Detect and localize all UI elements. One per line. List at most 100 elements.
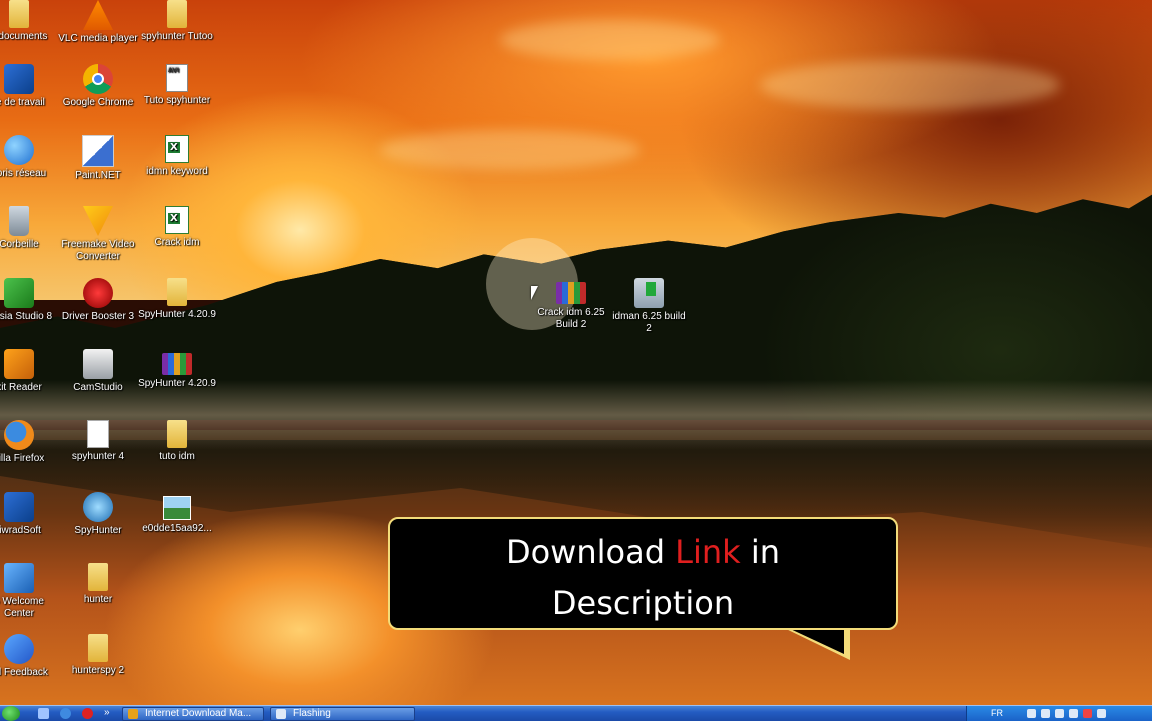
desktop-icon[interactable]: Driver Booster 3 xyxy=(58,278,138,323)
desktop-icon[interactable]: e0dde15aa92... xyxy=(137,492,217,535)
desktop-icon-label: xit Reader xyxy=(0,382,42,393)
desktop-icon-label: Crack idm xyxy=(154,237,200,248)
excel-icon xyxy=(165,206,189,234)
language-indicator[interactable]: FR xyxy=(991,708,1003,718)
desktop-icon[interactable]: idman 6.25 build 2 xyxy=(609,278,689,335)
desktop-icon[interactable]: 5 Welcome Center xyxy=(0,563,59,620)
banner-text: in xyxy=(740,533,781,571)
desktop-icon[interactable]: spyhunter 4 xyxy=(58,420,138,463)
desktop-icon-label: Freemake Video Converter xyxy=(61,239,135,262)
desktop-icon[interactable]: xit Reader xyxy=(0,349,59,394)
taskbar-button-idm[interactable]: Internet Download Ma... xyxy=(122,707,264,721)
desktop-icon-label: hunter xyxy=(83,594,113,605)
desktop-icon[interactable]: tuto idm xyxy=(137,420,217,463)
desktop-icon[interactable]: idmn keyword xyxy=(137,135,217,178)
desktop-icon[interactable]: nd Feedback xyxy=(0,634,59,679)
avi-file-icon xyxy=(166,64,188,92)
banner-line-1: Download Link in xyxy=(390,527,896,578)
desktop-icon-label: CamStudio xyxy=(73,382,123,393)
desktop-icon[interactable]: Crack idm xyxy=(137,206,217,249)
taskbar-button-flashing[interactable]: Flashing xyxy=(270,707,415,721)
tray-icon[interactable] xyxy=(1083,709,1092,718)
desktop-icon[interactable]: SpyHunter xyxy=(58,492,138,537)
folder-icon xyxy=(167,0,187,28)
show-desktop-icon[interactable] xyxy=(38,708,49,719)
desktop-icon[interactable]: Crack idm 6.25 Build 2 xyxy=(531,278,611,331)
banner-highlight: Link xyxy=(675,533,741,571)
desktop-icon[interactable]: s documents xyxy=(0,0,59,43)
desktop-icon-label: tuto idm xyxy=(159,451,195,462)
desktop-icon[interactable]: ntasia Studio 8 xyxy=(0,278,59,323)
desktop-icon-label: hunterspy 2 xyxy=(71,665,125,676)
start-button[interactable] xyxy=(2,706,20,721)
welcome-center-icon xyxy=(4,563,34,593)
desktop-icon-label: Google Chrome xyxy=(62,97,134,108)
desktop-icon-label: spyhunter Tutoo xyxy=(141,31,213,42)
internet-explorer-icon[interactable] xyxy=(60,708,71,719)
desktop-icon-label: Driver Booster 3 xyxy=(61,311,135,322)
folder-icon xyxy=(167,278,187,306)
desktop-icon[interactable]: Paint.NET xyxy=(58,135,138,182)
desktop-icon-label: te de travail xyxy=(0,97,45,108)
desktop-icon[interactable]: voris réseau xyxy=(0,135,59,180)
folder-icon xyxy=(9,0,29,28)
winrar-icon xyxy=(556,282,586,304)
banner-tail-fill xyxy=(784,626,844,654)
desktop-icon-label: s documents xyxy=(0,31,48,42)
wallpaper-cloud xyxy=(380,130,640,170)
banner-line-2: Description xyxy=(551,584,735,622)
desktop-icon-label: voris réseau xyxy=(0,168,47,179)
desktop-icon[interactable]: te de travail xyxy=(0,64,59,109)
desktop-icon[interactable]: hunterspy 2 xyxy=(58,634,138,677)
desktop-icon-label: Crack idm 6.25 Build 2 xyxy=(537,307,605,330)
driver-booster-icon xyxy=(83,278,113,308)
desktop-icon-label: VLC media player xyxy=(58,33,138,44)
desktop-icon[interactable]: hunter xyxy=(58,563,138,606)
wallpaper-cloud xyxy=(760,60,1060,110)
taskbar: » Internet Download Ma... Flashing FR xyxy=(0,705,1152,721)
document-icon xyxy=(87,420,109,448)
desktop-icon[interactable]: SpyHunter 4.20.9 xyxy=(137,278,217,321)
idm-icon xyxy=(128,709,138,719)
desktop-icon-label: nd Feedback xyxy=(0,667,48,678)
idm-installer-icon xyxy=(634,278,664,308)
firefox-icon xyxy=(4,420,34,450)
desktop-icon[interactable]: Tuto spyhunter xyxy=(137,64,217,107)
desktop-icon-label: SpyHunter 4.20.9 xyxy=(138,378,216,389)
desktop-icon-label: Paint.NET xyxy=(75,170,121,181)
recycle-bin-icon xyxy=(9,206,29,236)
desktop-icon[interactable]: spyhunter Tutoo xyxy=(137,0,217,43)
desktop-icon[interactable]: liwradSoft xyxy=(0,492,59,537)
desktop-icon-label: 5 Welcome Center xyxy=(0,596,44,619)
desktop-icon[interactable]: zilla Firefox xyxy=(0,420,59,465)
quicklaunch-more-button[interactable]: » xyxy=(104,707,110,718)
desktop-icon[interactable]: VLC media player xyxy=(58,0,138,45)
opera-icon[interactable] xyxy=(82,708,93,719)
volume-icon[interactable] xyxy=(1097,709,1106,718)
computer-icon xyxy=(4,64,34,94)
network-tray-icon[interactable] xyxy=(1069,709,1078,718)
wallpaper-cloud xyxy=(500,20,720,60)
tray-icon[interactable] xyxy=(1041,709,1050,718)
banner-text: Download xyxy=(505,533,676,571)
system-tray: FR xyxy=(966,706,1152,721)
app-icon xyxy=(4,492,34,522)
folder-icon xyxy=(88,563,108,591)
network-icon xyxy=(4,135,34,165)
folder-icon xyxy=(88,634,108,662)
spyhunter-icon xyxy=(83,492,113,522)
desktop-icon[interactable]: Freemake Video Converter xyxy=(58,206,138,263)
chrome-icon xyxy=(83,64,113,94)
foxit-icon xyxy=(4,349,34,379)
desktop-icon[interactable]: CamStudio xyxy=(58,349,138,394)
tray-icon[interactable] xyxy=(1055,709,1064,718)
tray-chevron-icon[interactable] xyxy=(1027,709,1036,718)
desktop-icon-label: zilla Firefox xyxy=(0,453,45,464)
paint-icon xyxy=(82,135,114,167)
desktop-icon[interactable]: Google Chrome xyxy=(58,64,138,109)
taskbar-button-label: Flashing xyxy=(293,708,331,719)
desktop-icon-label: Corbeille xyxy=(0,239,39,250)
desktop-icon[interactable]: Corbeille xyxy=(0,206,59,251)
desktop-icon[interactable]: SpyHunter 4.20.9 xyxy=(137,349,217,390)
taskbar-button-label: Internet Download Ma... xyxy=(145,708,252,719)
